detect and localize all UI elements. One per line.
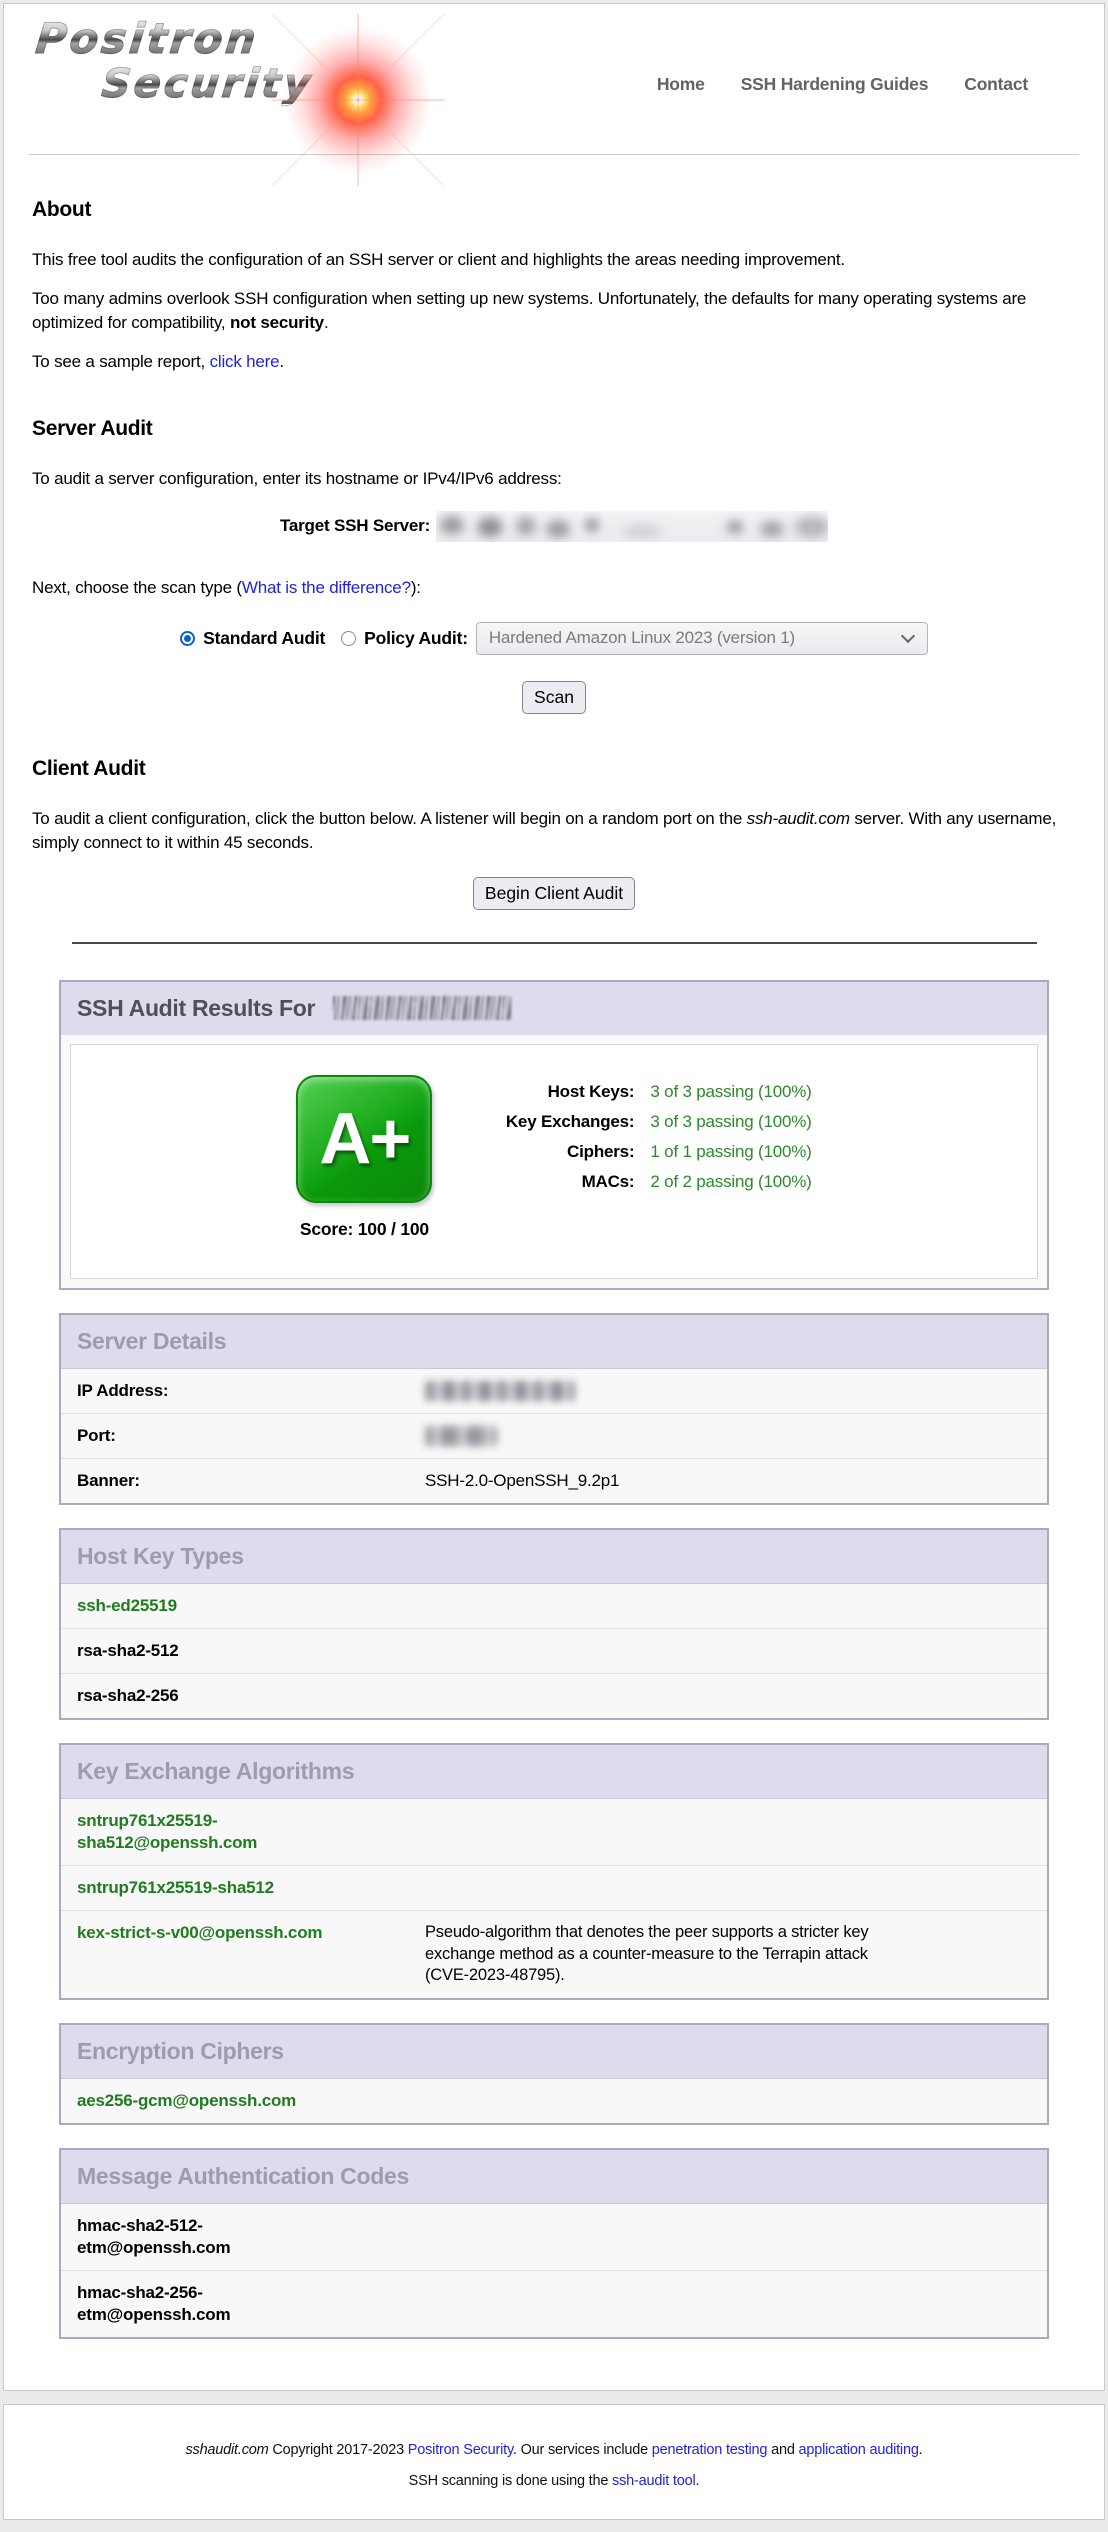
- score-label: Score: 100 / 100: [300, 1219, 429, 1240]
- table-row: Port:: [61, 1413, 1047, 1458]
- sshaudit-com-italic: sshaudit.com: [185, 2442, 268, 2458]
- penetration-testing-link[interactable]: penetration testing: [652, 2442, 768, 2458]
- banner-value: SSH-2.0-OpenSSH_9.2p1: [425, 1470, 1031, 1492]
- policy-audit-radio[interactable]: [341, 631, 356, 646]
- main-content-card: Positron Security Home SSH Hardening Gui…: [3, 3, 1105, 2391]
- standard-audit-label[interactable]: Standard Audit: [203, 626, 325, 651]
- ssh-audit-results-panel: SSH Audit Results For A+ Score: 100 / 10…: [59, 980, 1049, 1290]
- server-audit-intro: To audit a server configuration, enter i…: [32, 467, 1076, 491]
- scan-button-row: Scan: [32, 681, 1076, 714]
- stat-row-host-keys: Host Keys: 3 of 3 passing (100%): [462, 1077, 811, 1107]
- about-heading: About: [32, 195, 1076, 224]
- table-row: rsa-sha2-256: [61, 1673, 1047, 1718]
- footer-line-1: sshaudit.com Copyright 2017-2023 Positro…: [24, 2442, 1084, 2458]
- not-security-bold: not security: [230, 313, 324, 332]
- server-audit-heading: Server Audit: [32, 414, 1076, 443]
- chevron-down-icon: [901, 629, 915, 643]
- scan-type-line: Next, choose the scan type (What is the …: [32, 576, 1076, 600]
- table-row: aes256-gcm@openssh.com: [61, 2078, 1047, 2123]
- policy-select-dropdown[interactable]: Hardened Amazon Linux 2023 (version 1): [476, 622, 928, 655]
- client-audit-paragraph: To audit a client configuration, click t…: [32, 807, 1076, 855]
- target-server-row: Target SSH Server:: [32, 511, 1076, 542]
- policy-selected-option: Hardened Amazon Linux 2023 (version 1): [489, 626, 895, 650]
- table-row: sntrup761x25519-sha512: [61, 1865, 1047, 1910]
- ssh-audit-com-italic: ssh-audit.com: [747, 809, 850, 828]
- scan-type-difference-link[interactable]: What is the difference?: [242, 578, 411, 597]
- begin-client-audit-row: Begin Client Audit: [32, 877, 1076, 910]
- table-row: ssh-ed25519: [61, 1583, 1047, 1628]
- scan-type-options-row: Standard Audit Policy Audit: Hardened Am…: [32, 622, 1076, 655]
- table-row: hmac-sha2-512- etm@openssh.com: [61, 2203, 1047, 2270]
- site-header: Positron Security Home SSH Hardening Gui…: [4, 4, 1104, 146]
- table-row: hmac-sha2-256- etm@openssh.com: [61, 2270, 1047, 2337]
- target-ssh-server-label: Target SSH Server:: [280, 514, 430, 538]
- positron-security-link[interactable]: Positron Security: [408, 2442, 513, 2458]
- host-key-types-panel: Host Key Types ssh-ed25519 rsa-sha2-512 …: [59, 1528, 1049, 1720]
- sample-report-link[interactable]: click here: [210, 352, 280, 371]
- encryption-ciphers-header: Encryption Ciphers: [61, 2025, 1047, 2078]
- begin-client-audit-button[interactable]: Begin Client Audit: [473, 877, 635, 910]
- grade-letter: A+: [319, 1098, 409, 1180]
- main-nav: Home SSH Hardening Guides Contact: [657, 74, 1028, 146]
- nav-contact-link[interactable]: Contact: [964, 74, 1028, 146]
- results-title-text: SSH Audit Results For: [77, 995, 315, 1021]
- policy-audit-label[interactable]: Policy Audit:: [364, 626, 468, 651]
- table-row: sntrup761x25519- sha512@openssh.com: [61, 1798, 1047, 1865]
- site-footer: sshaudit.com Copyright 2017-2023 Positro…: [3, 2404, 1105, 2520]
- kex-strict-description: Pseudo-algorithm that denotes the peer s…: [425, 1922, 895, 1986]
- standard-audit-radio[interactable]: [180, 631, 195, 646]
- section-divider: [72, 942, 1037, 944]
- results-stats: Host Keys: 3 of 3 passing (100%) Key Exc…: [462, 1077, 811, 1240]
- redacted-port-blur: [425, 1426, 497, 1446]
- client-audit-heading: Client Audit: [32, 754, 1076, 783]
- sample-report-line: To see a sample report, click here.: [32, 350, 1076, 374]
- logo-text-line2: Security: [100, 64, 315, 104]
- grade-badge: A+: [296, 1075, 432, 1203]
- positron-security-logo[interactable]: Positron Security: [22, 18, 462, 146]
- results-panel-body: A+ Score: 100 / 100 Host Keys: 3 of 3 pa…: [61, 1035, 1047, 1288]
- target-ssh-server-input[interactable]: [436, 511, 828, 542]
- server-details-header: Server Details: [61, 1315, 1047, 1368]
- redacted-ip-blur: [425, 1381, 575, 1401]
- application-auditing-link[interactable]: application auditing: [799, 2442, 919, 2458]
- grade-column: A+ Score: 100 / 100: [296, 1075, 432, 1240]
- about-paragraph-1: This free tool audits the configuration …: [32, 248, 1076, 272]
- host-key-types-header: Host Key Types: [61, 1530, 1047, 1583]
- redacted-blur: [436, 511, 828, 542]
- footer-line-2: SSH scanning is done using the ssh-audit…: [24, 2473, 1084, 2489]
- encryption-ciphers-panel: Encryption Ciphers aes256-gcm@openssh.co…: [59, 2023, 1049, 2125]
- message-authentication-codes-header: Message Authentication Codes: [61, 2150, 1047, 2203]
- nav-ssh-hardening-guides-link[interactable]: SSH Hardening Guides: [741, 74, 929, 146]
- table-row: IP Address:: [61, 1368, 1047, 1413]
- server-details-panel: Server Details IP Address: Port: Banner:…: [59, 1313, 1049, 1505]
- stat-row-macs: MACs: 2 of 2 passing (100%): [462, 1167, 811, 1197]
- redacted-hostname: [333, 996, 511, 1020]
- scan-button[interactable]: Scan: [522, 681, 586, 714]
- stat-row-key-exchanges: Key Exchanges: 3 of 3 passing (100%): [462, 1107, 811, 1137]
- table-row: Banner: SSH-2.0-OpenSSH_9.2p1: [61, 1458, 1047, 1503]
- stat-row-ciphers: Ciphers: 1 of 1 passing (100%): [462, 1137, 811, 1167]
- about-paragraph-2: Too many admins overlook SSH configurati…: [32, 287, 1076, 335]
- header-divider: [29, 154, 1079, 155]
- table-row: kex-strict-s-v00@openssh.com Pseudo-algo…: [61, 1910, 1047, 1997]
- ssh-audit-tool-link[interactable]: ssh-audit tool: [612, 2473, 695, 2489]
- message-authentication-codes-panel: Message Authentication Codes hmac-sha2-5…: [59, 2148, 1049, 2339]
- results-panel-header: SSH Audit Results For: [61, 982, 1047, 1035]
- key-exchange-algorithms-panel: Key Exchange Algorithms sntrup761x25519-…: [59, 1743, 1049, 2000]
- logo-text-line1: Positron: [34, 18, 261, 60]
- table-row: rsa-sha2-512: [61, 1628, 1047, 1673]
- key-exchange-algorithms-header: Key Exchange Algorithms: [61, 1745, 1047, 1798]
- nav-home-link[interactable]: Home: [657, 74, 705, 146]
